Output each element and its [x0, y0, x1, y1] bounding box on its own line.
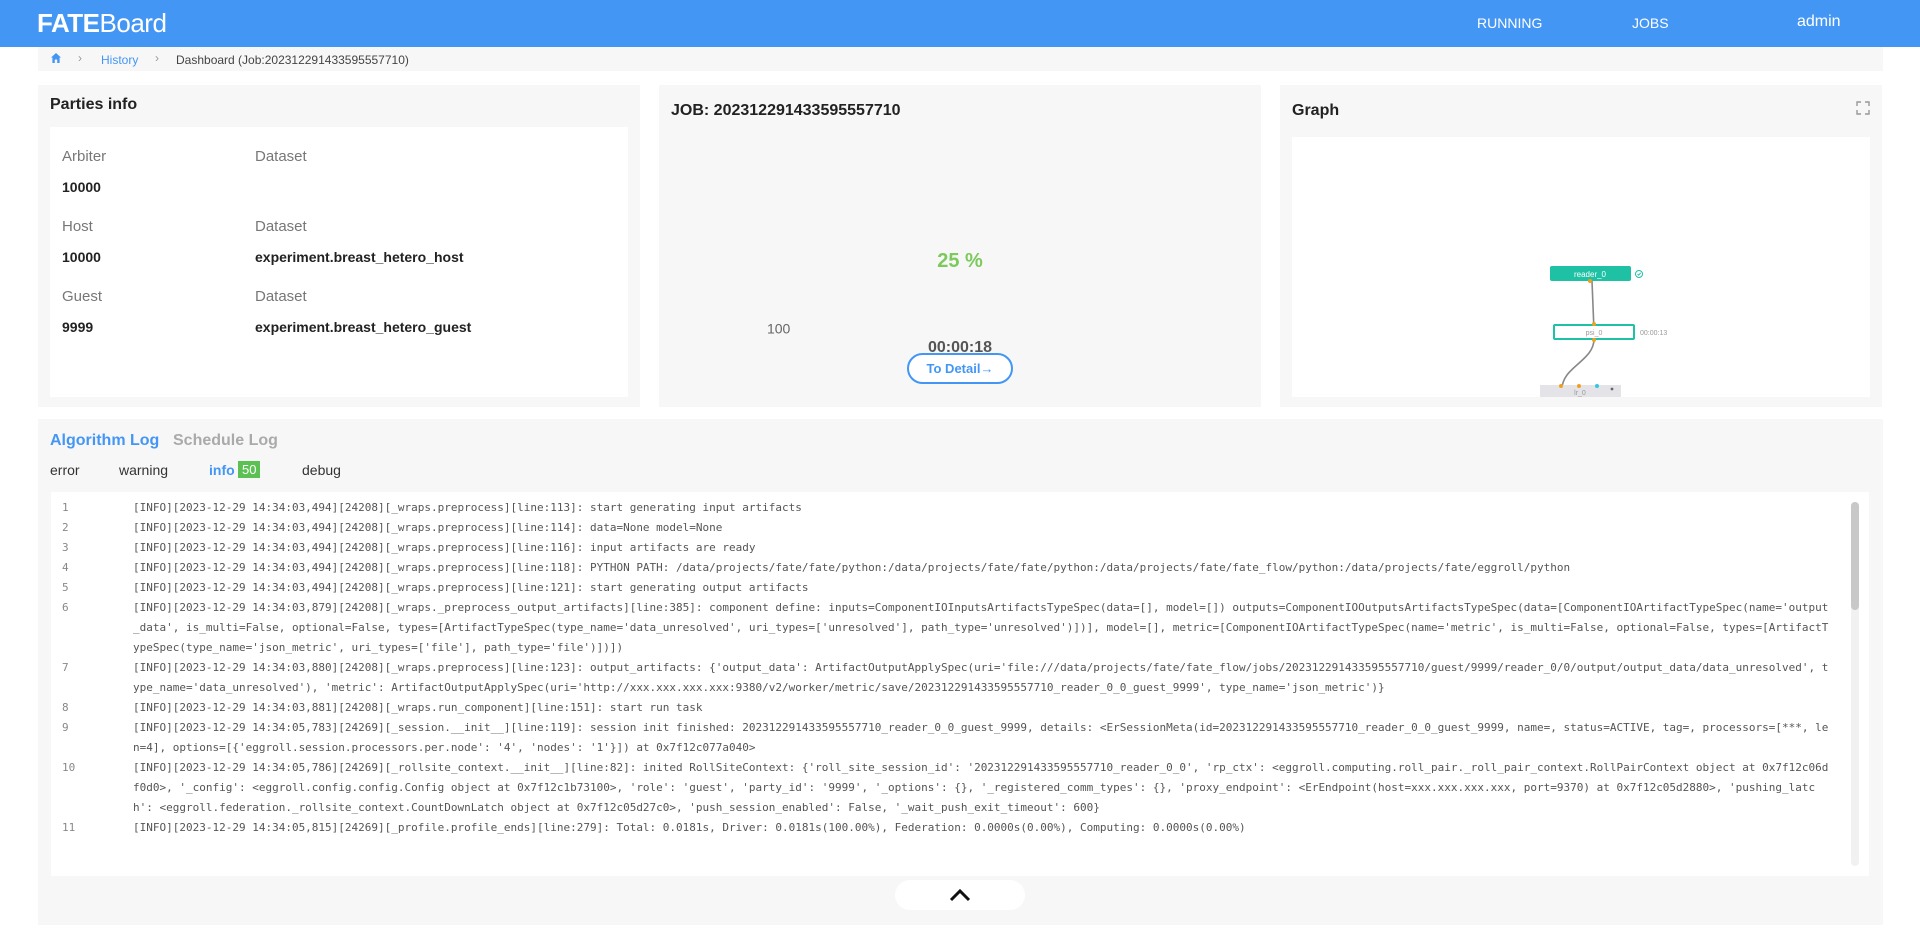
party-dataset-label: Dataset — [255, 148, 307, 165]
info-count-badge: 50 — [238, 461, 261, 478]
dag-edge — [1561, 338, 1595, 390]
log-line-number: 4 — [62, 561, 69, 574]
log-line: 11 [INFO][2023-12-29 14:34:05,815][24269]… — [51, 818, 1869, 838]
nav-jobs[interactable]: JOBS — [1632, 15, 1669, 31]
parties-info-body: Arbiter Dataset 10000 Host Dataset 10000… — [50, 127, 628, 397]
log-panel: Algorithm Log Schedule Log error warning… — [38, 419, 1883, 925]
dag-node-label: reader_0 — [1574, 270, 1607, 279]
nav-running[interactable]: RUNNING — [1477, 15, 1542, 31]
log-line-text: [INFO][2023-12-29 14:34:03,494][24208][_… — [133, 581, 809, 594]
job-dag: reader_0 psi_0 00:00:13 lr_0 — [1540, 266, 1667, 397]
log-line-text: [INFO][2023-12-29 14:34:03,494][24208][_… — [133, 541, 756, 554]
port-dot — [1610, 387, 1614, 391]
log-line: 5 [INFO][2023-12-29 14:34:03,494][24208][… — [51, 578, 1869, 598]
level-error[interactable]: error — [50, 462, 80, 478]
log-viewer[interactable]: 1 [INFO][2023-12-29 14:34:03,494][24208][… — [51, 492, 1869, 876]
log-line: 1 [INFO][2023-12-29 14:34:03,494][24208][… — [51, 498, 1869, 518]
tab-algorithm-log[interactable]: Algorithm Log — [50, 432, 159, 450]
party-dataset: experiment.breast_hetero_host — [255, 249, 464, 265]
tab-schedule-log[interactable]: Schedule Log — [173, 432, 278, 450]
gauge-tick-label: 100 — [767, 321, 791, 335]
gauge-tick-labels: 0102030405060708090100 — [767, 321, 791, 335]
logo-text: Board — [99, 8, 167, 38]
log-line-text: [INFO][2023-12-29 14:34:03,879][24208][_… — [133, 601, 1829, 654]
graph-canvas[interactable]: reader_0 psi_0 00:00:13 lr_0 — [1292, 137, 1870, 397]
breadcrumb-history[interactable]: History — [101, 53, 138, 67]
progress-gauge: 0102030405060708090100 25 % — [767, 250, 983, 335]
log-line: 3 [INFO][2023-12-29 14:34:03,494][24208][… — [51, 538, 1869, 558]
port-dot — [1592, 322, 1596, 326]
party-id: 10000 — [62, 249, 101, 265]
breadcrumb: › History › Dashboard (Job:2023122914335… — [38, 47, 1883, 71]
chevron-right-icon: › — [78, 51, 82, 65]
job-card: JOB: 202312291433595557710 0102030405060… — [659, 85, 1261, 407]
log-line-number: 1 — [62, 501, 69, 514]
party-dataset-label: Dataset — [255, 288, 307, 305]
breadcrumb-current: Dashboard (Job:202312291433595557710) — [176, 53, 409, 67]
graph-title: Graph — [1292, 102, 1340, 119]
log-line-text: [INFO][2023-12-29 14:34:03,494][24208][_… — [133, 521, 723, 534]
log-line-number: 9 — [62, 721, 69, 734]
party-id: 10000 — [62, 179, 101, 195]
parties-info-title: Parties info — [50, 96, 138, 113]
expand-icon[interactable] — [1856, 101, 1870, 115]
dag-node-time: 00:00:13 — [1640, 330, 1667, 337]
party-dataset-label: Dataset — [255, 218, 307, 235]
graph-card: Graph reader_0 psi_0 00:00:13 lr_0 — [1280, 85, 1882, 407]
port-dot — [1577, 384, 1581, 388]
party-role-label: Arbiter — [62, 148, 107, 165]
log-line: 8 [INFO][2023-12-29 14:34:03,881][24208][… — [51, 698, 1869, 718]
party-role-label: Guest — [62, 288, 103, 305]
party-id: 9999 — [62, 319, 94, 335]
log-line-number: 6 — [62, 601, 69, 614]
parties-info-card: Parties info Arbiter Dataset 10000 Host … — [38, 85, 640, 407]
dag-node-label: lr_0 — [1574, 390, 1586, 397]
log-line-text: [INFO][2023-12-29 14:34:05,783][24269][_… — [133, 721, 1829, 754]
log-line-number: 7 — [62, 661, 69, 674]
log-line-text: [INFO][2023-12-29 14:34:05,786][24269][_… — [133, 761, 1829, 814]
port-dot — [1592, 338, 1596, 342]
log-line: 9 [INFO][2023-12-29 14:34:05,783][24269][… — [51, 718, 1869, 758]
log-line-number: 8 — [62, 701, 69, 714]
level-debug[interactable]: debug — [302, 462, 341, 478]
top-navbar: FATEBoard RUNNING JOBS admin — [0, 0, 1920, 47]
log-line-number: 3 — [62, 541, 69, 554]
log-line-number: 5 — [62, 581, 69, 594]
fateboard-logo[interactable]: FATEBoard — [37, 8, 167, 38]
level-info[interactable]: info — [209, 462, 235, 478]
dag-node-label: psi_0 — [1586, 330, 1603, 337]
collapse-log-button[interactable] — [895, 880, 1025, 910]
log-line: 7 [INFO][2023-12-29 14:34:03,880][24208][… — [51, 658, 1869, 698]
party-role-label: Host — [62, 218, 93, 235]
level-warning[interactable]: warning — [119, 462, 168, 478]
success-check-icon — [1635, 270, 1643, 278]
log-line-text: [INFO][2023-12-29 14:34:05,815][24269][_… — [133, 821, 1246, 834]
chevron-right-icon: › — [155, 51, 159, 65]
log-line: 6 [INFO][2023-12-29 14:34:03,879][24208][… — [51, 598, 1869, 658]
port-dot — [1588, 279, 1592, 283]
check-mark-icon — [1637, 272, 1642, 276]
chevron-up-icon — [949, 888, 971, 902]
party-dataset: experiment.breast_hetero_guest — [255, 319, 472, 335]
log-line-number: 11 — [62, 821, 76, 834]
user-menu[interactable]: admin — [1797, 13, 1841, 31]
log-line-text: [INFO][2023-12-29 14:34:03,494][24208][_… — [133, 501, 802, 514]
log-line-number: 2 — [62, 521, 69, 534]
port-dot — [1595, 384, 1599, 388]
to-detail-button[interactable]: To Detail→ — [907, 353, 1013, 384]
progress-percent: 25 % — [937, 250, 983, 272]
log-scrollbar[interactable] — [1851, 502, 1859, 866]
logo-bold-text: FATE — [37, 8, 100, 38]
log-line-text: [INFO][2023-12-29 14:34:03,880][24208][_… — [133, 661, 1829, 694]
log-line: 4 [INFO][2023-12-29 14:34:03,494][24208][… — [51, 558, 1869, 578]
port-dot — [1559, 384, 1563, 388]
log-line-number: 10 — [62, 761, 76, 774]
log-line-text: [INFO][2023-12-29 14:34:03,881][24208][_… — [133, 701, 703, 714]
log-line: 2 [INFO][2023-12-29 14:34:03,494][24208][… — [51, 518, 1869, 538]
log-scrollbar-thumb[interactable] — [1851, 502, 1859, 610]
home-icon[interactable] — [50, 52, 62, 64]
log-line: 10 [INFO][2023-12-29 14:34:05,786][24269]… — [51, 758, 1869, 818]
log-line-text: [INFO][2023-12-29 14:34:03,494][24208][_… — [133, 561, 1571, 574]
